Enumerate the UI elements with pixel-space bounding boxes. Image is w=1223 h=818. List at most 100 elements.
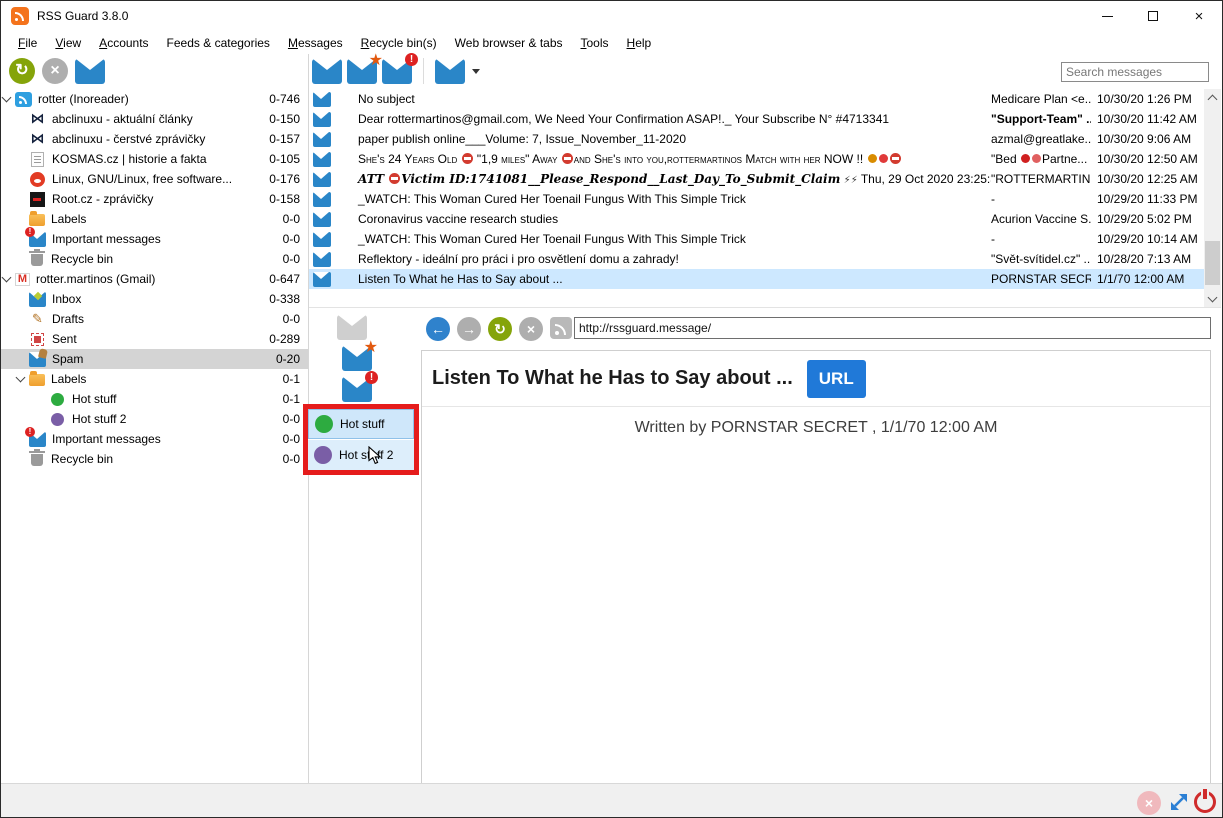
refresh-icon: ↻ — [15, 62, 28, 79]
feed-item-drafts[interactable]: Drafts0-0 — [1, 309, 308, 329]
menu-item-web-browser-tabs[interactable]: Web browser & tabs — [446, 33, 572, 53]
menu-item-view[interactable]: View — [46, 33, 90, 53]
feed-item-root-cz-zpr-vi-ky[interactable]: Root.cz - zprávičky0-158 — [1, 189, 308, 209]
label-color-icon — [314, 446, 332, 464]
feed-label: Important messages — [46, 432, 277, 446]
message-row[interactable]: No subjectMedicare Plan <e...10/30/20 1:… — [309, 89, 1221, 109]
message-row[interactable]: ATT Victim ID:1741081__Please_Respond__L… — [309, 169, 1221, 189]
feed-count: 0-0 — [277, 432, 300, 446]
feed-item-spam[interactable]: Spam0-20 — [1, 349, 308, 369]
forward-button[interactable]: → — [457, 317, 481, 341]
feed-item-important-messages[interactable]: Important messages0-0 — [1, 229, 308, 249]
menu-item-messages[interactable]: Messages — [279, 33, 352, 53]
message-row[interactable]: _WATCH: This Woman Cured Her Toenail Fun… — [309, 189, 1221, 209]
message-subject: She's 24 Years Old "1,9 miles" Away and … — [331, 152, 991, 166]
url-input[interactable] — [574, 317, 1211, 339]
search-input[interactable] — [1061, 62, 1209, 82]
message-subject: No subject — [331, 92, 991, 106]
forward-arrow-icon: → — [462, 321, 476, 337]
menu-item-tools[interactable]: Tools — [572, 33, 618, 53]
message-subject: Reflektory - ideální pro práci i pro osv… — [331, 252, 991, 266]
message-date: 10/29/20 5:02 PM — [1091, 212, 1203, 226]
message-row[interactable]: _WATCH: This Woman Cured Her Toenail Fun… — [309, 229, 1221, 249]
chevron-expanded-icon[interactable] — [2, 273, 12, 283]
feed-item-linux-gnu-linux-free-software[interactable]: Linux, GNU/Linux, free software...0-176 — [1, 169, 308, 189]
feed-item-abclinuxu-erstv-zpr-vi-ky[interactable]: abclinuxu - čerstvé zprávičky0-157 — [1, 129, 308, 149]
toggle-starred-button[interactable] — [342, 346, 372, 371]
menu-item-file[interactable]: File — [9, 33, 46, 53]
back-button[interactable]: ← — [426, 317, 450, 341]
message-row[interactable]: Coronavirus vaccine research studiesAcur… — [309, 209, 1221, 229]
message-list-scrollbar[interactable] — [1204, 89, 1221, 307]
url-button[interactable]: URL — [807, 360, 866, 398]
mark-message-read-button[interactable] — [312, 59, 342, 84]
toggle-important-button[interactable] — [342, 377, 372, 402]
stop-update-button[interactable]: × — [42, 58, 68, 84]
message-author: PORNSTAR SECR... — [991, 272, 1091, 286]
chevron-expanded-icon[interactable] — [16, 373, 26, 383]
feed-item-kosmas-cz-historie-a-fakta[interactable]: KOSMAS.cz | historie a fakta0-105 — [1, 149, 308, 169]
feed-item-recycle-bin[interactable]: Recycle bin0-0 — [1, 449, 308, 469]
feed-item-hot-stuff-2[interactable]: Hot stuff 20-0 — [1, 409, 308, 429]
message-row[interactable]: She's 24 Years Old "1,9 miles" Away and … — [309, 149, 1221, 169]
update-feeds-button[interactable]: ↻ — [9, 58, 35, 84]
chevron-expanded-icon[interactable] — [2, 93, 12, 103]
label-menu-item-hot-stuff[interactable]: Hot stuff — [308, 409, 414, 439]
mark-message-starred-button[interactable] — [347, 59, 377, 84]
mark-feed-read-button[interactable] — [75, 59, 105, 84]
feed-item-labels[interactable]: Labels0-1 — [1, 369, 308, 389]
message-menu-button[interactable] — [435, 59, 480, 84]
feed-item-hot-stuff[interactable]: Hot stuff0-1 — [1, 389, 308, 409]
maximize-button[interactable] — [1130, 1, 1176, 31]
scroll-down-icon[interactable] — [1204, 290, 1221, 307]
feed-item-sent[interactable]: Sent0-289 — [1, 329, 308, 349]
feed-label: rotter.martinos (Gmail) — [30, 272, 263, 286]
minimize-button[interactable] — [1084, 1, 1130, 31]
menu-item-feeds-categories[interactable]: Feeds & categories — [158, 33, 279, 53]
label-menu-item-hot-stuff-2[interactable]: Hot stuff 2 — [308, 440, 414, 470]
close-button[interactable]: × — [1176, 1, 1222, 31]
feed-item-rotter-martinos-gmail[interactable]: rotter.martinos (Gmail)0-647 — [1, 269, 308, 289]
message-row[interactable]: Listen To What he Has to Say about ...PO… — [309, 269, 1221, 289]
message-row[interactable]: Dear rottermartinos@gmail.com, We Need Y… — [309, 109, 1221, 129]
feed-count: 0-157 — [263, 132, 300, 146]
message-date: 10/30/20 12:25 AM — [1091, 172, 1203, 186]
reload-button[interactable]: ↻ — [488, 317, 512, 341]
scrollbar-thumb[interactable] — [1205, 241, 1220, 285]
message-date: 1/1/70 12:00 AM — [1091, 272, 1203, 286]
feed-item-labels[interactable]: Labels0-0 — [1, 209, 308, 229]
menu-item-help[interactable]: Help — [618, 33, 661, 53]
feed-count: 0-0 — [277, 212, 300, 226]
scroll-up-icon[interactable] — [1204, 89, 1221, 106]
message-subject: Dear rottermartinos@gmail.com, We Need Y… — [331, 112, 991, 126]
quit-button[interactable] — [1194, 791, 1216, 813]
statusbar: × — [1, 783, 1222, 817]
stop-load-button[interactable]: × — [519, 317, 543, 341]
rss-source-icon — [550, 317, 572, 339]
back-arrow-icon: ← — [431, 321, 445, 337]
feed-item-important-messages[interactable]: Important messages0-0 — [1, 429, 308, 449]
message-row[interactable]: Reflektory - ideální pro práci i pro osv… — [309, 249, 1221, 269]
mark-message-important-button[interactable] — [382, 59, 412, 84]
feed-item-rotter-inoreader[interactable]: rotter (Inoreader)0-746 — [1, 89, 308, 109]
feed-label: Inbox — [46, 292, 263, 306]
feed-count: 0-0 — [277, 452, 300, 466]
mail-open-icon — [435, 59, 465, 84]
unread-mail-icon — [313, 232, 331, 247]
message-subject: _WATCH: This Woman Cured Her Toenail Fun… — [331, 192, 991, 206]
menu-item-accounts[interactable]: Accounts — [90, 33, 157, 53]
menu-item-recycle-bin-s-[interactable]: Recycle bin(s) — [352, 33, 446, 53]
feed-label: Labels — [45, 372, 277, 386]
label-menu-items: Hot stuffHot stuff 2 — [308, 409, 414, 470]
message-preview: Listen To What he Has to Say about ... U… — [421, 350, 1211, 784]
inbox-icon — [29, 292, 46, 307]
message-row[interactable]: paper publish online___Volume: 7, Issue_… — [309, 129, 1221, 149]
feed-label: Linux, GNU/Linux, free software... — [46, 172, 263, 186]
abclinuxu-icon — [29, 132, 46, 147]
menubar: FileViewAccountsFeeds & categoriesMessag… — [1, 31, 1222, 54]
feed-item-inbox[interactable]: Inbox0-338 — [1, 289, 308, 309]
fullscreen-button[interactable] — [1169, 792, 1189, 812]
feed-item-recycle-bin[interactable]: Recycle bin0-0 — [1, 249, 308, 269]
toggle-read-button[interactable] — [337, 315, 367, 340]
feed-item-abclinuxu-aktu-ln-l-nky[interactable]: abclinuxu - aktuální články0-150 — [1, 109, 308, 129]
